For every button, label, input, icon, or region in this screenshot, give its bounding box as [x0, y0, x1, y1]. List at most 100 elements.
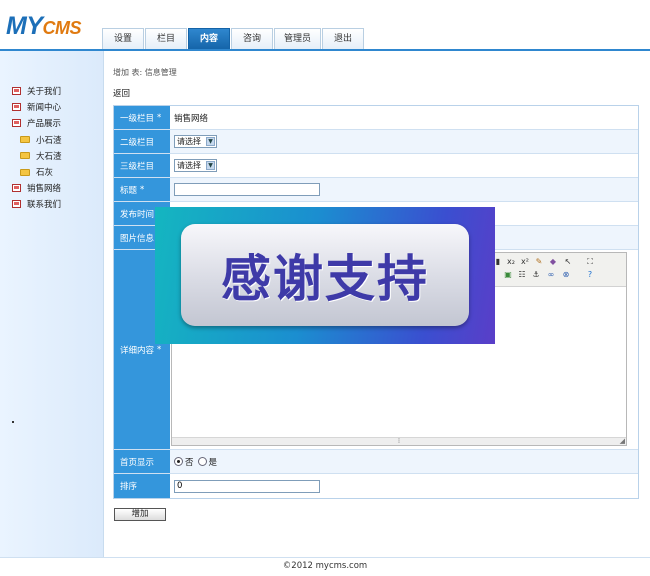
clean-icon[interactable]: ✎	[534, 257, 544, 267]
label-text: 详细内容	[120, 345, 155, 356]
banner-text: 感谢支持	[221, 250, 429, 308]
back-link[interactable]: 返回	[113, 87, 130, 99]
sidebar-item-label: 销售网络	[27, 184, 62, 195]
folder-icon	[20, 168, 30, 176]
editor-resize-bar[interactable]: ⁞	[172, 437, 626, 445]
radio-checked-icon	[174, 457, 183, 466]
homepage-radio-yes[interactable]: 是	[197, 456, 218, 468]
logo-cms: CMS	[42, 18, 82, 38]
tab-content[interactable]: 内容	[188, 28, 230, 50]
resize-handle-icon[interactable]: ◢	[620, 438, 625, 445]
form-row-title: 标题 *	[114, 178, 638, 202]
required-mark: *	[157, 344, 162, 355]
sidebar-item-about[interactable]: 关于我们	[12, 83, 62, 99]
sidebar: 关于我们 新闻中心 产品展示 小石渣 大石渣 石灰 销售网络 联系我们	[0, 51, 104, 557]
help-icon[interactable]: ?	[585, 270, 595, 280]
sidebar-item-products[interactable]: 产品展示	[12, 115, 62, 131]
form-label: 排序	[114, 474, 170, 498]
thanks-banner: 感谢支持	[155, 207, 495, 344]
sidebar-item-label: 小石渣	[36, 135, 62, 146]
level2-select[interactable]: 请选择 ▼	[174, 135, 217, 148]
chevron-down-icon: ▼	[206, 161, 215, 170]
sidebar-item-sales-network[interactable]: 销售网络	[12, 180, 62, 196]
required-mark: *	[157, 112, 162, 123]
label-text: 三级栏目	[120, 161, 155, 172]
document-icon	[12, 119, 21, 128]
sidebar-item-label: 关于我们	[27, 87, 62, 98]
form-label: 首页显示	[114, 450, 170, 473]
sort-cell	[170, 474, 638, 498]
title-input[interactable]	[174, 183, 320, 196]
sort-input[interactable]	[174, 479, 320, 493]
sidebar-item-contact[interactable]: 联系我们	[12, 196, 62, 212]
folder-icon	[20, 152, 30, 160]
document-icon	[12, 184, 21, 193]
sidebar-item-label: 大石渣	[36, 151, 62, 162]
label-text: 一级栏目	[120, 113, 155, 124]
form-row-homepage: 首页显示 否 是	[114, 450, 638, 474]
sidebar-item-news[interactable]: 新闻中心	[12, 99, 62, 115]
label-text: 首页显示	[120, 457, 155, 468]
header: MYCMS 设置 栏目 内容 咨询 管理员 退出	[0, 0, 650, 51]
level3-cell: 请选择 ▼	[170, 154, 638, 177]
homepage-radio-no[interactable]: 否	[174, 456, 194, 468]
sidebar-item-small-gravel[interactable]: 小石渣	[12, 132, 62, 148]
category-tree: 关于我们 新闻中心 产品展示 小石渣 大石渣 石灰 销售网络 联系我们	[12, 83, 62, 213]
anchor-icon[interactable]: ⚓	[531, 270, 541, 280]
document-icon	[12, 87, 21, 96]
add-button[interactable]: 增加	[114, 508, 166, 521]
sidebar-item-lime[interactable]: 石灰	[12, 164, 62, 180]
form-row-level2: 二级栏目 请选择 ▼	[114, 130, 638, 154]
link-icon[interactable]: ∞	[546, 270, 556, 280]
form-label: 标题 *	[114, 178, 170, 201]
select-icon[interactable]: ↖	[563, 257, 573, 267]
level2-cell: 请选择 ▼	[170, 130, 638, 153]
level1-value: 销售网络	[170, 106, 638, 129]
level1-value-text: 销售网络	[174, 113, 209, 124]
label-text: 发布时间	[120, 209, 155, 220]
subscript-icon[interactable]: x₂	[506, 257, 516, 267]
radio-unchecked-icon	[197, 457, 207, 466]
pagebreak-icon[interactable]: ☷	[517, 270, 527, 280]
homepage-cell: 否 是	[170, 450, 638, 473]
label-text: 排序	[120, 482, 138, 492]
select-value: 请选择	[177, 137, 201, 146]
tab-admin[interactable]: 管理员	[274, 28, 321, 50]
breadcrumb: 增加 表: 信息管理	[113, 68, 177, 77]
title-cell	[170, 178, 638, 201]
logo: MYCMS	[6, 12, 81, 41]
sidebar-dot	[12, 421, 14, 423]
select-value: 请选择	[177, 161, 201, 170]
form-label: 三级栏目	[114, 154, 170, 177]
folder-icon	[20, 136, 30, 144]
logo-my: MY	[6, 12, 43, 40]
chevron-down-icon: ▼	[206, 137, 215, 146]
level3-select[interactable]: 请选择 ▼	[174, 159, 217, 172]
document-icon	[12, 103, 21, 112]
radio-label: 否	[185, 457, 194, 468]
superscript-icon[interactable]: x²	[520, 257, 530, 267]
tab-consult[interactable]: 咨询	[231, 28, 273, 50]
sidebar-item-label: 联系我们	[27, 200, 62, 211]
footer: ©2012 mycms.com	[0, 557, 650, 576]
label-text: 二级栏目	[120, 137, 155, 148]
sidebar-item-label: 石灰	[36, 168, 54, 179]
form-row-level3: 三级栏目 请选择 ▼	[114, 154, 638, 178]
top-tabs: 设置 栏目 内容 咨询 管理员 退出	[102, 28, 365, 50]
radio-label: 是	[208, 457, 218, 468]
sidebar-item-label: 新闻中心	[27, 103, 62, 114]
image-icon[interactable]: ▣	[503, 270, 513, 280]
tab-settings[interactable]: 设置	[102, 28, 144, 50]
paint-icon[interactable]: ◆	[548, 257, 558, 267]
form-row-level1: 一级栏目 * 销售网络	[114, 106, 638, 130]
label-text: 图片信息	[120, 233, 155, 244]
tab-logout[interactable]: 退出	[322, 28, 364, 50]
fullscreen-icon[interactable]: ⛶	[585, 257, 595, 267]
sidebar-item-large-gravel[interactable]: 大石渣	[12, 148, 62, 164]
form-label: 二级栏目	[114, 130, 170, 153]
unlink-icon[interactable]: ⊗	[561, 270, 571, 280]
sidebar-item-label: 产品展示	[27, 119, 62, 130]
document-icon	[12, 200, 21, 209]
form-label: 一级栏目 *	[114, 106, 170, 129]
tab-columns[interactable]: 栏目	[145, 28, 187, 50]
